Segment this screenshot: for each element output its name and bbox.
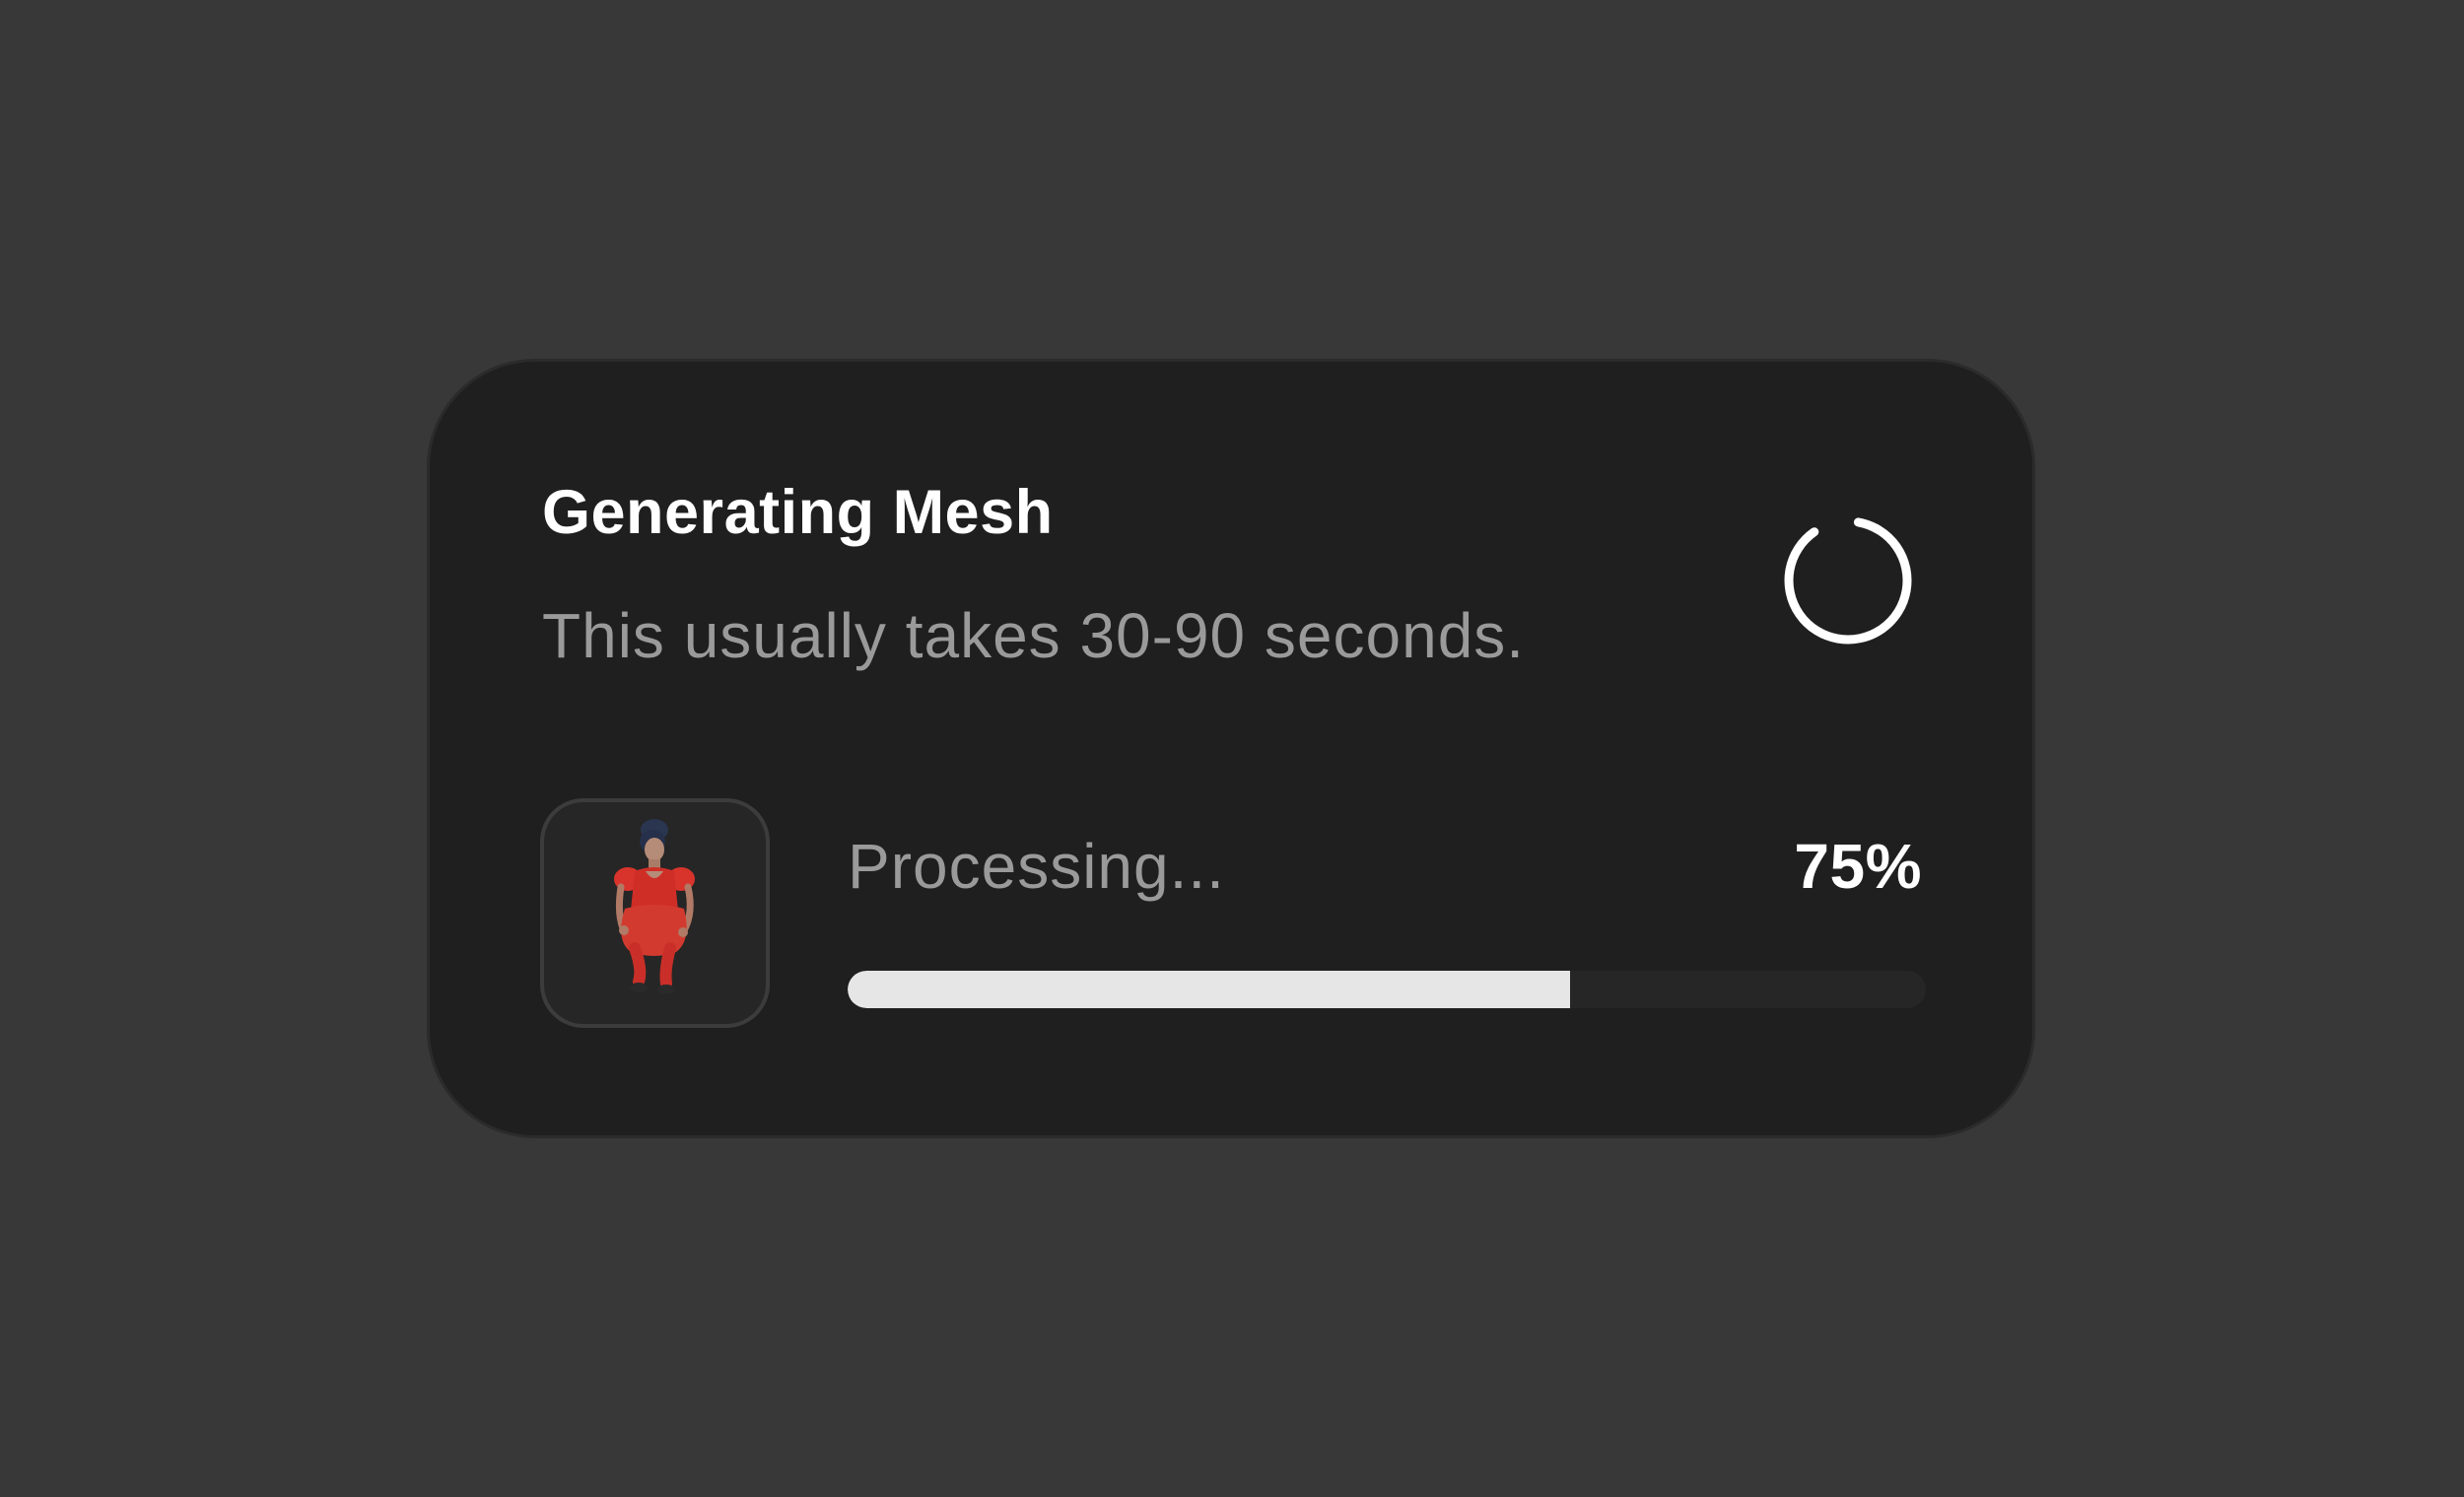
card-title: Generating Mesh	[542, 478, 1054, 547]
model-thumbnail	[540, 798, 770, 1028]
generation-progress-card: Generating Mesh This usually takes 30-90…	[427, 359, 2035, 1138]
progress-bar	[848, 971, 1926, 1008]
progress-status-label: Processing...	[848, 831, 1225, 902]
card-subtitle: This usually takes 30-90 seconds.	[542, 600, 1526, 671]
model-preview-icon	[614, 819, 695, 994]
progress-bar-fill	[848, 971, 1570, 1008]
loading-spinner-icon	[1781, 513, 1915, 647]
progress-percent: 75%	[1794, 831, 1922, 902]
